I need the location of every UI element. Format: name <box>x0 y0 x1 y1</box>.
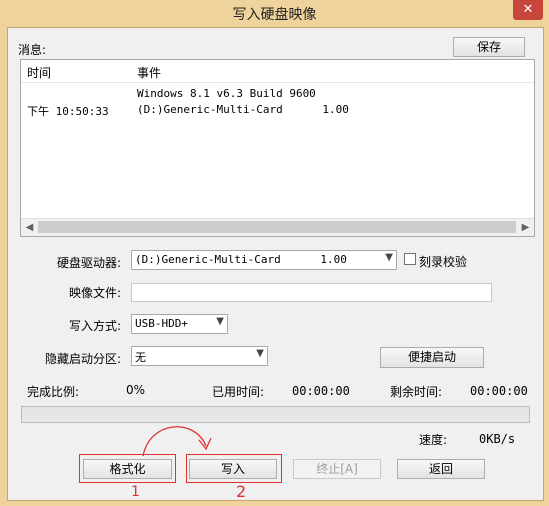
annotation-mark-1: 1 <box>131 484 140 500</box>
annotation-mark-2: 2 <box>236 482 247 501</box>
write-disk-image-window: 写入硬盘映像 ✕ 消息: 保存 时间 事件 Windows 8.1 v6.3 B… <box>0 0 549 506</box>
annotation-arrow <box>142 426 212 457</box>
